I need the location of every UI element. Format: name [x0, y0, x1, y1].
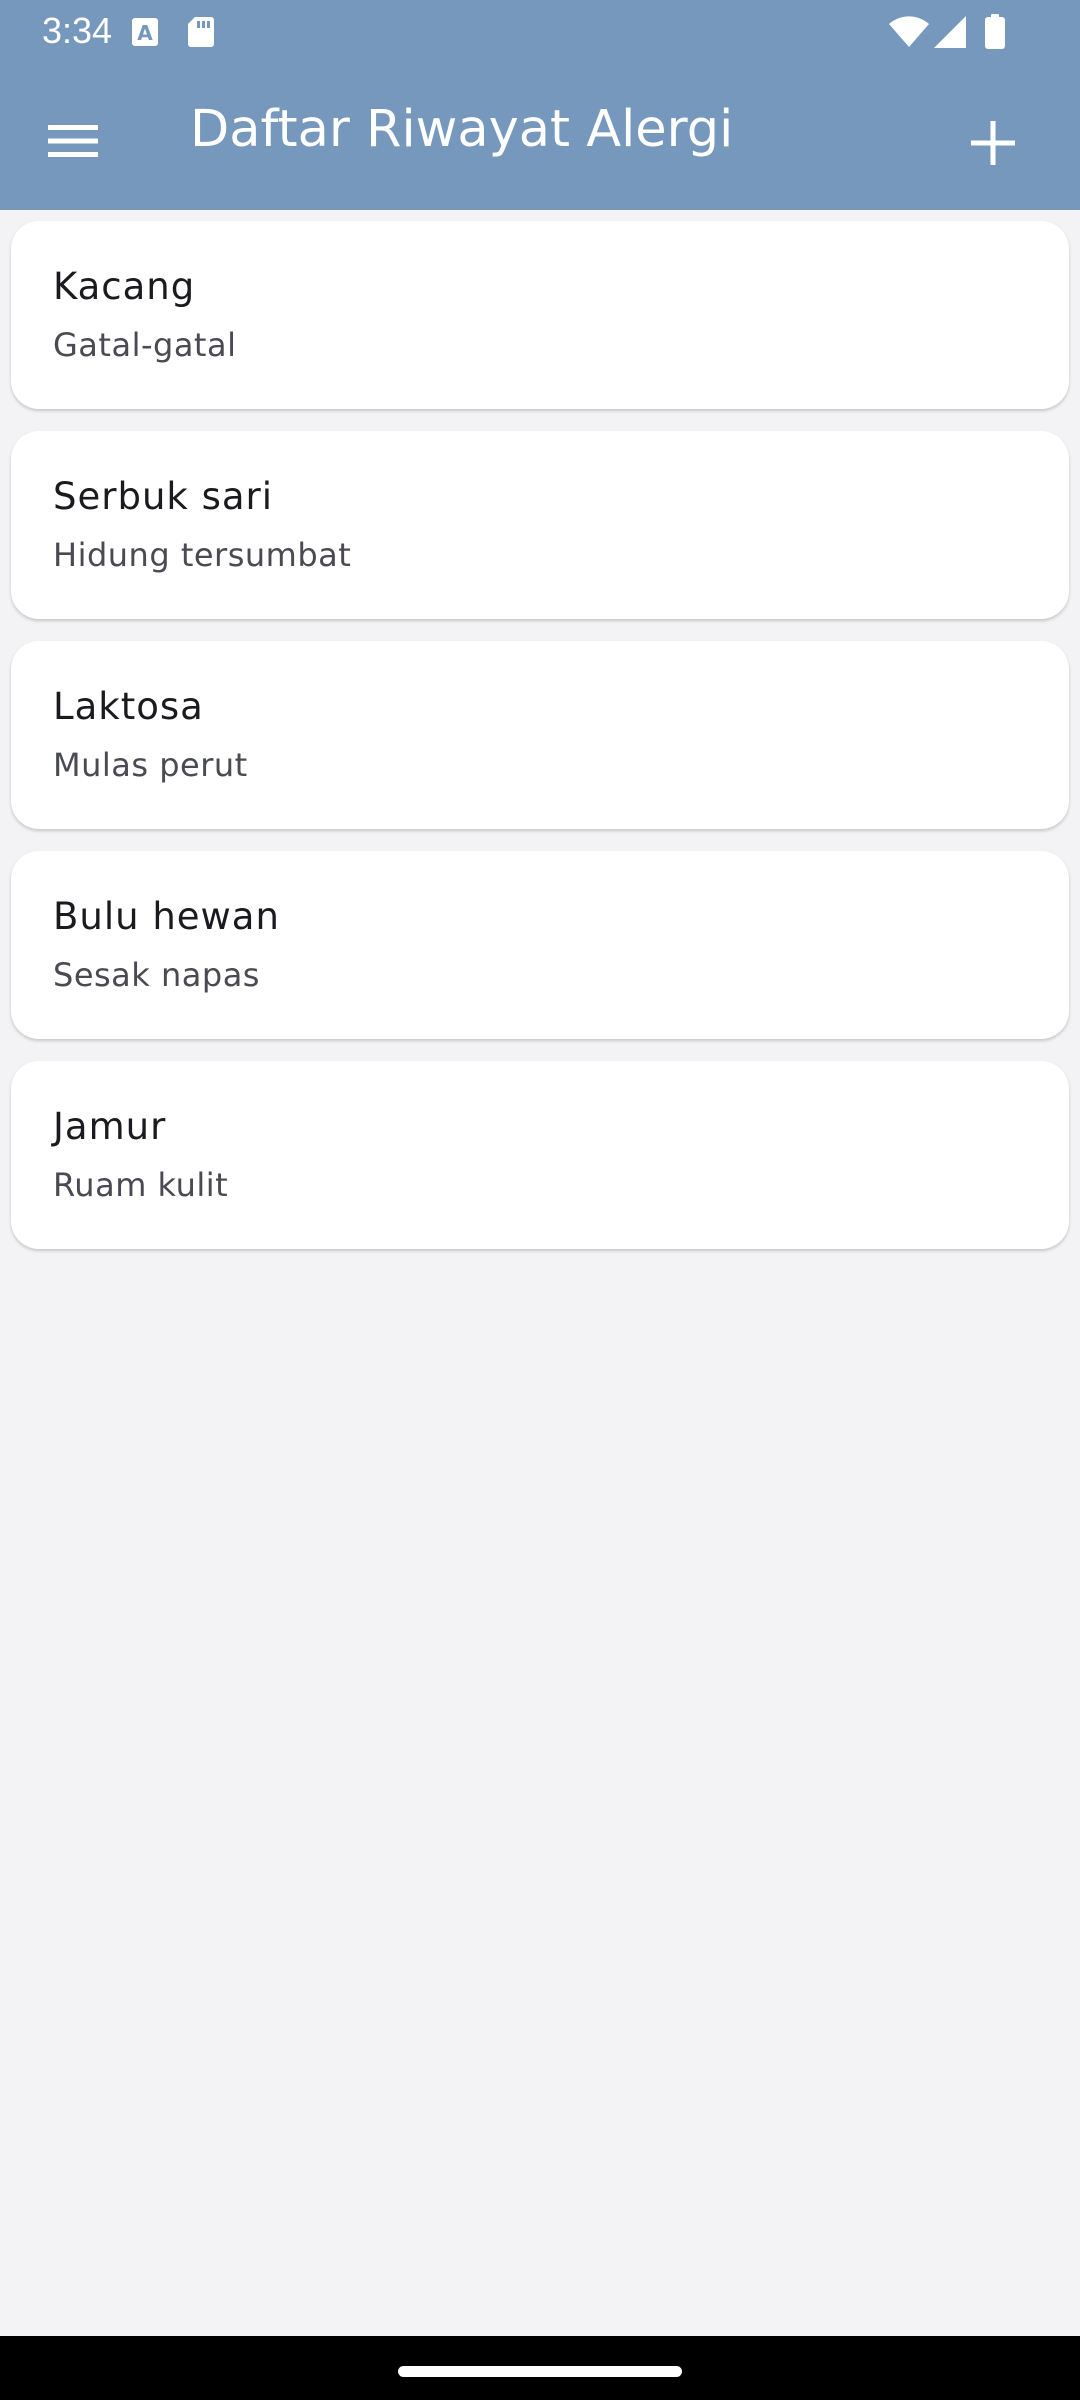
page-title: Daftar Riwayat Alergi	[190, 100, 734, 159]
text-a-icon: A	[131, 17, 159, 51]
status-time: 3:34	[42, 10, 113, 51]
add-allergy-button[interactable]	[948, 100, 1038, 190]
allergy-name: Laktosa	[53, 685, 204, 728]
hamburger-menu-icon	[48, 123, 98, 163]
allergy-name: Jamur	[53, 1105, 167, 1148]
allergy-reaction: Mulas perut	[53, 746, 248, 784]
allergy-reaction: Ruam kulit	[53, 1166, 229, 1204]
header: 3:34 A Daftar Riwayat Alergi	[0, 0, 1080, 210]
plus-icon	[971, 121, 1015, 169]
menu-button[interactable]	[28, 98, 118, 188]
allergy-card[interactable]: Kacang Gatal-gatal	[11, 221, 1069, 409]
wifi-icon	[888, 16, 930, 52]
allergy-card[interactable]: Bulu hewan Sesak napas	[11, 851, 1069, 1039]
allergy-name: Kacang	[53, 265, 196, 308]
allergy-card[interactable]: Laktosa Mulas perut	[11, 641, 1069, 829]
signal-icon	[933, 15, 967, 53]
allergy-card[interactable]: Jamur Ruam kulit	[11, 1061, 1069, 1249]
allergy-name: Bulu hewan	[53, 895, 280, 938]
app-bar: Daftar Riwayat Alergi	[0, 62, 1080, 210]
system-navigation-bar	[0, 2336, 1080, 2400]
allergy-list: Kacang Gatal-gatal Serbuk sari Hidung te…	[11, 221, 1069, 1271]
sd-card-icon	[187, 16, 215, 52]
allergy-reaction: Hidung tersumbat	[53, 536, 352, 574]
svg-text:A: A	[137, 21, 153, 45]
allergy-card[interactable]: Serbuk sari Hidung tersumbat	[11, 431, 1069, 619]
allergy-reaction: Sesak napas	[53, 956, 260, 994]
status-bar: 3:34 A	[0, 0, 1080, 62]
battery-icon	[984, 14, 1006, 54]
home-indicator[interactable]	[398, 2366, 682, 2377]
app-screen: 3:34 A Daftar Riwayat Alergi Kacang Gata…	[0, 0, 1080, 2400]
allergy-reaction: Gatal-gatal	[53, 326, 237, 364]
allergy-name: Serbuk sari	[53, 475, 274, 518]
